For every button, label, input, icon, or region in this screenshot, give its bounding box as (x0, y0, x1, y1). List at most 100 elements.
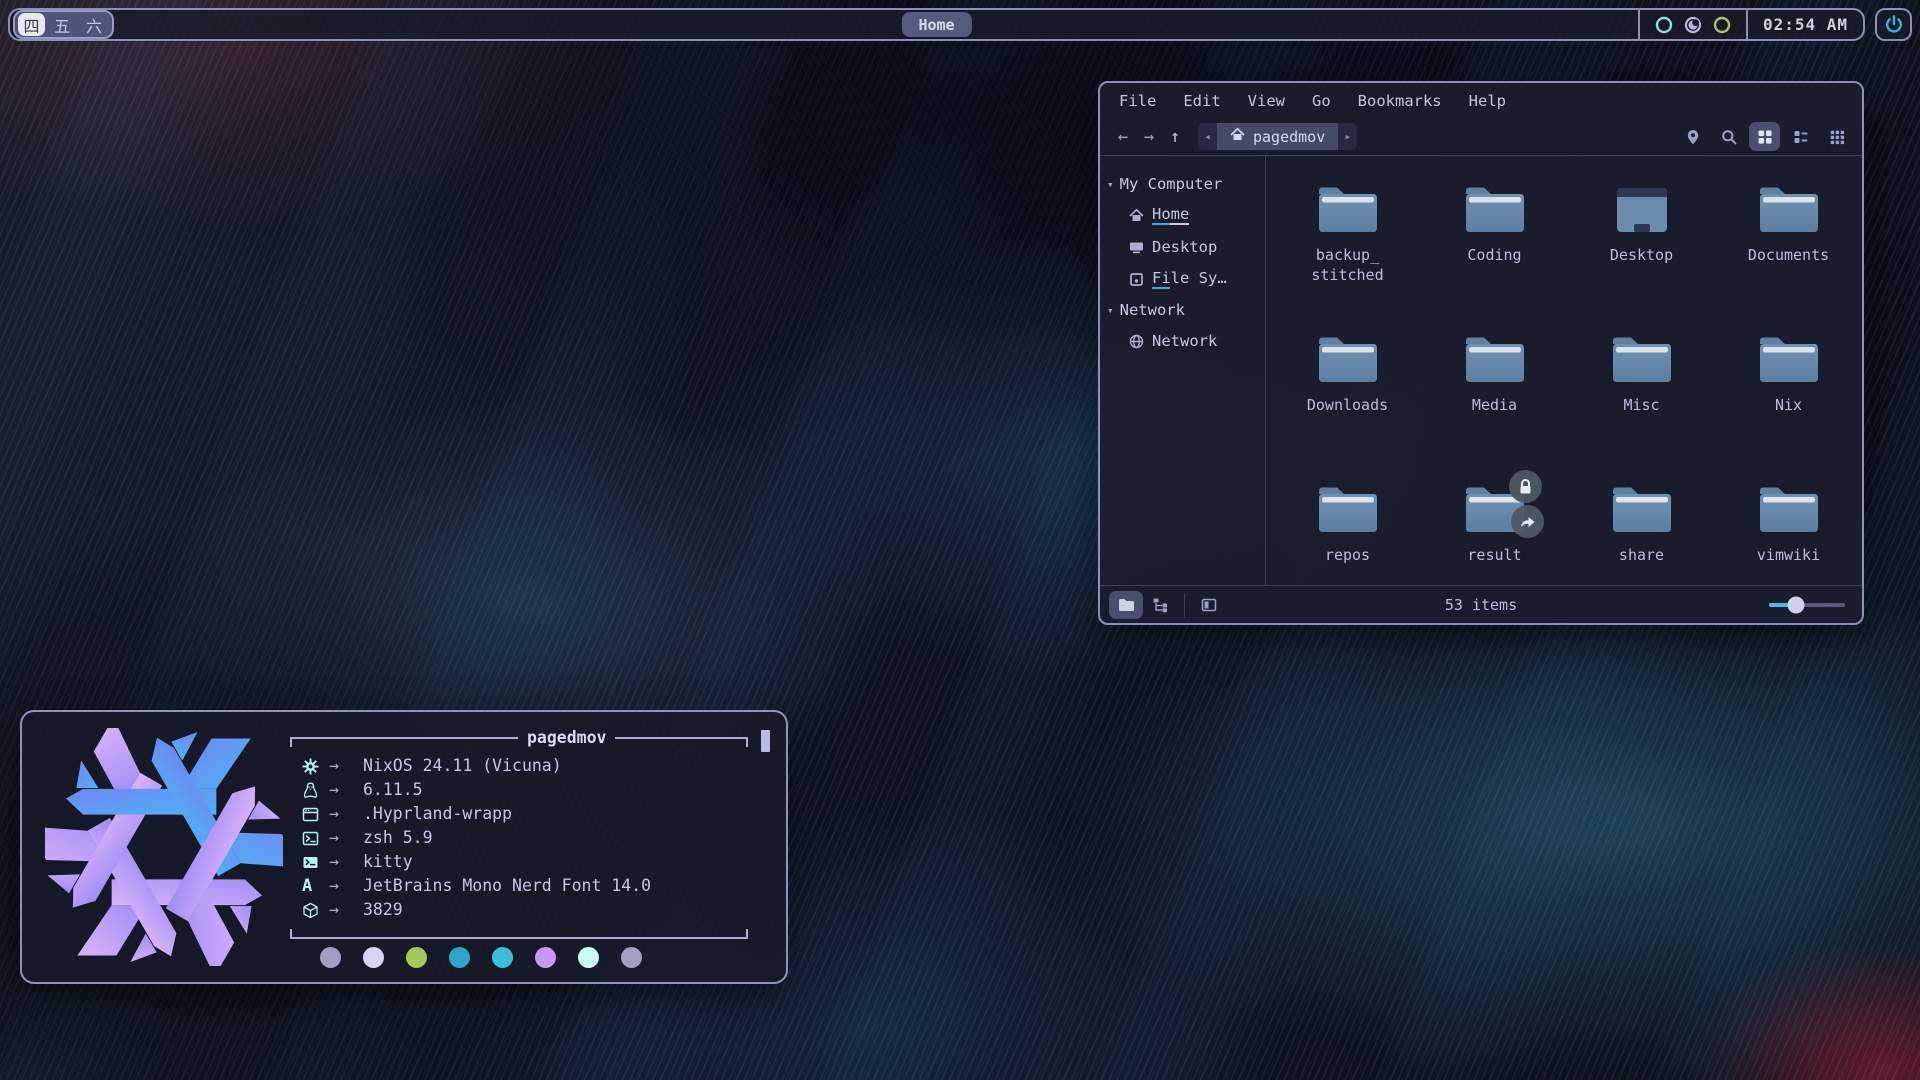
box-border-right (615, 737, 748, 747)
palette-dot-7 (621, 947, 642, 968)
fetch-value: NixOS 24.11 (Vicuna) (363, 754, 562, 778)
statusbar-divider (1184, 593, 1185, 617)
home-icon (1230, 127, 1245, 146)
fetch-header: pagedmov (290, 730, 770, 754)
grid-icon (1757, 129, 1773, 145)
tux-icon (302, 782, 329, 799)
sidebar-item-filesy[interactable]: File Sy… (1100, 263, 1265, 295)
folder-icon (1610, 484, 1674, 536)
folder-item-Coding[interactable]: Coding (1422, 184, 1567, 334)
compact-icon (1829, 129, 1845, 145)
chevron-down-icon: ▾ (1107, 178, 1114, 191)
sidebar-item-label: Network (1152, 332, 1217, 350)
folder-icon (1463, 484, 1527, 536)
folder-item-Media[interactable]: Media (1422, 334, 1567, 484)
slider-handle[interactable] (1788, 596, 1805, 613)
palette-dot-4 (492, 947, 513, 968)
tree-pane-button[interactable] (1143, 591, 1177, 619)
forward-button[interactable]: → (1136, 124, 1162, 150)
folder-item-Downloads[interactable]: Downloads (1275, 334, 1420, 484)
places-sidebar: ▾My ComputerHomeDesktop File Sy… ▾Network N… (1100, 156, 1266, 585)
search-button[interactable] (1713, 122, 1744, 151)
arrow-icon: → (329, 802, 363, 826)
filesystem-icon (1129, 272, 1144, 287)
folder-icon (1316, 184, 1380, 236)
gauge-disk-icon (1684, 16, 1702, 34)
folder-name: Media (1472, 395, 1517, 415)
folder-icon (1316, 334, 1380, 386)
palette-dot-1 (363, 947, 384, 968)
arrow-icon: → (329, 826, 363, 850)
palette-dot-0 (320, 947, 341, 968)
arrow-icon: → (329, 898, 363, 922)
arrow-icon: → (329, 850, 363, 874)
font-icon: A (302, 874, 329, 898)
sidebar-item-home[interactable]: Home (1100, 199, 1265, 231)
active-window-title[interactable]: Home (901, 12, 971, 37)
menu-bookmarks[interactable]: Bookmarks (1358, 92, 1442, 110)
workspace-四[interactable]: 四 (18, 13, 45, 36)
up-button[interactable]: ↑ (1162, 124, 1188, 150)
sidebar-item-label: File Sy… (1152, 269, 1227, 289)
menu-go[interactable]: Go (1312, 92, 1331, 110)
folder-item-Documents[interactable]: Documents (1716, 184, 1861, 334)
sidebar-group-my-computer[interactable]: ▾My Computer (1100, 169, 1265, 199)
path-scroll-right-icon[interactable]: ▸ (1338, 123, 1357, 150)
nix-icon (302, 758, 329, 775)
terminal-icon (302, 830, 329, 847)
folder-item-Desktop[interactable]: Desktop (1569, 184, 1714, 334)
power-button[interactable] (1875, 8, 1912, 41)
path-segment-home[interactable]: pagedmov (1217, 123, 1338, 150)
fetch-row-2: →.Hyprland-wrapp (290, 802, 770, 826)
sidebar-item-desktop[interactable]: Desktop (1100, 231, 1265, 263)
menu-view[interactable]: View (1248, 92, 1285, 110)
folder-name: result (1467, 545, 1521, 565)
top-bar: 四五六 Home 02:54 AM (8, 8, 1912, 41)
folder-icon (1463, 184, 1527, 236)
gauge-green-icon (1713, 16, 1731, 34)
item-count: 53 items (1445, 596, 1517, 614)
workspace-六[interactable]: 六 (79, 13, 109, 36)
home-icon (1129, 208, 1144, 223)
chevron-down-icon: ▾ (1107, 304, 1114, 317)
folder-item-Misc[interactable]: Misc (1569, 334, 1714, 484)
menu-file[interactable]: File (1119, 92, 1156, 110)
path-scroll-left-icon[interactable]: ◂ (1198, 123, 1217, 150)
back-button[interactable]: ← (1110, 124, 1136, 150)
toolbar: ← → ↑ ◂ pagedmov ▸ (1100, 118, 1862, 156)
icon-size-slider[interactable] (1769, 603, 1845, 607)
menu-help[interactable]: Help (1469, 92, 1506, 110)
grid-button[interactable] (1749, 122, 1780, 151)
menu-edit[interactable]: Edit (1183, 92, 1220, 110)
box-border-left (290, 737, 518, 747)
fetch-value: zsh 5.9 (363, 826, 433, 850)
window-icon (302, 806, 329, 823)
folder-name: share (1619, 545, 1664, 565)
fetch-value: .Hyprland-wrapp (363, 802, 512, 826)
folder-name: vimwiki (1757, 545, 1820, 565)
box-border-bottom (290, 929, 748, 939)
sidebar-item-network[interactable]: Network (1100, 325, 1265, 357)
terminal-window[interactable]: pagedmov →NixOS 24.11 (Vicuna)→6.11.5→.H… (20, 710, 788, 984)
power-icon (1883, 14, 1905, 36)
search-icon (1721, 129, 1737, 145)
fetch-row-1: →6.11.5 (290, 778, 770, 802)
fetch-row-5: A→JetBrains Mono Nerd Font 14.0 (290, 874, 770, 898)
arrow-icon: → (329, 778, 363, 802)
pin-button[interactable] (1677, 122, 1708, 151)
toolbar-view-buttons (1677, 122, 1852, 151)
terminal-cursor (761, 730, 770, 752)
list-button[interactable] (1785, 122, 1816, 151)
folder-item-Nix[interactable]: Nix (1716, 334, 1861, 484)
clock: 02:54 AM (1763, 15, 1848, 34)
workspace-五[interactable]: 五 (47, 13, 77, 36)
system-gauges (1638, 10, 1746, 39)
fetch-row-4: →kitty (290, 850, 770, 874)
compact-button[interactable] (1821, 122, 1852, 151)
places-pane-button[interactable] (1109, 591, 1143, 619)
sidebar-group-network[interactable]: ▾Network (1100, 295, 1265, 325)
folder-icon (1316, 484, 1380, 536)
folder-name: Misc (1623, 395, 1659, 415)
toggle-sidebar-button[interactable] (1192, 591, 1226, 619)
folder-item-backup_stitched[interactable]: backup_ stitched (1275, 184, 1420, 334)
